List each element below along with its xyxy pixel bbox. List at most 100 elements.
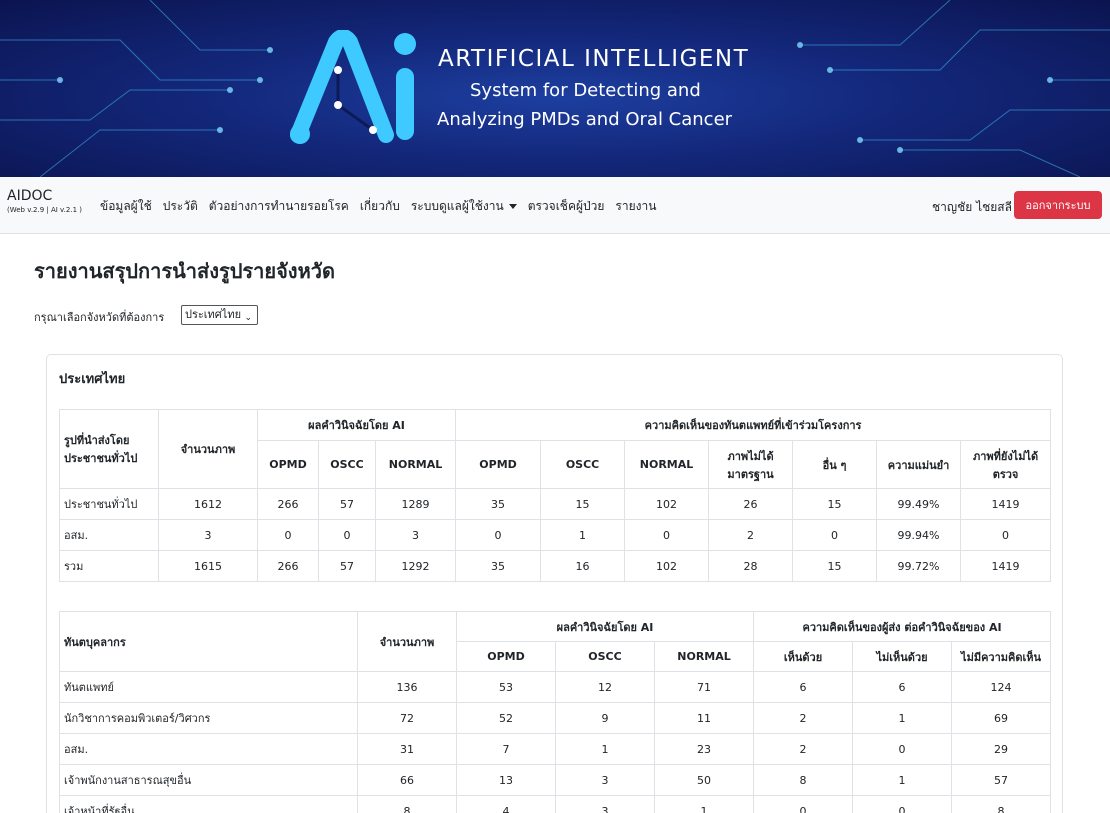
table-cell: 69 <box>951 702 1052 734</box>
row-label: ทันตแพทย์ <box>59 671 358 703</box>
province-select-label: กรุณาเลือกจังหวัดที่ต้องการ <box>34 311 165 324</box>
table-cell: 266 <box>257 488 319 520</box>
table-cell: 0 <box>624 519 710 551</box>
table-subheader: NORMAL <box>624 440 710 489</box>
table-cell: 1612 <box>158 488 258 520</box>
table-subheader: NORMAL <box>374 440 457 489</box>
table-row: ทันตแพทย์ 136 53 12 71 6 6 124 <box>59 671 1052 703</box>
province-select[interactable]: ประเทศไทย ⌄ <box>181 305 258 325</box>
table-cell: 136 <box>357 671 457 703</box>
row-label: รวม <box>59 550 159 582</box>
table-header-group: ทันตบุคลากร <box>59 611 358 672</box>
table-cell: 0 <box>455 519 542 551</box>
nav-user-admin-dropdown[interactable]: ระบบดูแลผู้ใช้งาน <box>411 197 517 216</box>
table-header-count: จำนวนภาพ <box>158 409 258 489</box>
nav-patient-check[interactable]: ตรวจเช็คผู้ป่วย <box>528 197 605 216</box>
table-subheader: OPMD <box>455 440 542 489</box>
ai-logo <box>290 30 416 144</box>
table-row: อสม. 3 0 0 3 0 1 0 2 0 99.94% 0 <box>59 519 1052 551</box>
nav-menu: ข้อมูลผู้ใช้ ประวัติ ตัวอย่างการทำนายรอย… <box>100 197 667 216</box>
table-cell: 124 <box>951 671 1052 703</box>
table-row: อสม. 31 7 1 23 2 0 29 <box>59 733 1052 765</box>
table-cell: 28 <box>708 550 794 582</box>
table-cell: 3 <box>555 795 655 813</box>
table-subheader: NORMAL <box>653 641 755 672</box>
table-cell: 2 <box>708 519 794 551</box>
table-cell: 35 <box>455 550 542 582</box>
table-header-ai: ผลคำวินิจฉัยโดย AI <box>455 611 755 642</box>
user-name: ชาญชัย ไชยสลี <box>932 200 1012 214</box>
table-cell: 0 <box>852 733 953 765</box>
table-cell: 13 <box>456 764 556 796</box>
table-subheader: ภาพที่ยังไม่ได้ตรวจ <box>960 440 1052 489</box>
table-subheader: ภาพไม่ได้มาตรฐาน <box>708 440 794 489</box>
table-subheader: ไม่มีความคิดเห็น <box>951 641 1052 672</box>
table-cell: 35 <box>455 488 542 520</box>
banner-subtitle-2: Analyzing PMDs and Oral Cancer <box>437 109 733 130</box>
brand-version: (Web v.2.9 | AI v.2.1 ) <box>7 206 82 214</box>
table-cell: 1289 <box>374 488 457 520</box>
nav-user-info[interactable]: ข้อมูลผู้ใช้ <box>100 197 152 216</box>
table-header-ai: ผลคำวินิจฉัยโดย AI <box>256 409 457 441</box>
logout-button[interactable]: ออกจากระบบ <box>1014 191 1102 219</box>
table-cell: 1 <box>540 519 626 551</box>
table-cell: 2 <box>753 702 854 734</box>
table-row: ประชาชนทั่วไป 1612 266 57 1289 35 15 102 26 15 99.… <box>59 488 1052 520</box>
table-cell: 7 <box>456 733 556 765</box>
table-header-count: จำนวนภาพ <box>357 611 457 672</box>
table-cell: 0 <box>753 795 854 813</box>
table-cell: 9 <box>555 702 655 734</box>
table-header-opinion: ความคิดเห็นของผู้ส่ง ต่อคำวินิจฉัยของ AI <box>753 611 1052 642</box>
table-cell: 15 <box>792 488 878 520</box>
table-cell: 99.49% <box>876 488 962 520</box>
brand[interactable]: AIDOC (Web v.2.9 | AI v.2.1 ) <box>7 188 82 214</box>
table-cell: 0 <box>792 519 878 551</box>
table-cell: 6 <box>753 671 854 703</box>
table-cell: 266 <box>257 550 319 582</box>
nav-history[interactable]: ประวัติ <box>163 197 198 216</box>
table-subheader: OPMD <box>257 440 319 489</box>
caret-down-icon[interactable] <box>508 204 517 209</box>
public-submissions-table: รูปที่นำส่งโดยประชาชนทั่วไป จำนวนภาพ ผลค… <box>59 409 1052 582</box>
table-subheader: OSCC <box>318 440 376 489</box>
table-cell: 3 <box>555 764 655 796</box>
nav-prediction-examples[interactable]: ตัวอย่างการทำนายรอยโรค <box>209 197 349 216</box>
table-cell: 1419 <box>960 488 1052 520</box>
table-cell: 102 <box>624 550 710 582</box>
table-cell: 31 <box>357 733 457 765</box>
table-cell: 23 <box>653 733 755 765</box>
table-cell: 57 <box>318 550 376 582</box>
nav-about[interactable]: เกี่ยวกับ <box>360 197 400 216</box>
table-cell: 99.72% <box>876 550 962 582</box>
nav-user-admin-label[interactable]: ระบบดูแลผู้ใช้งาน <box>411 199 504 213</box>
table-cell: 2 <box>753 733 854 765</box>
row-label: เจ้าหน้าที่รัฐอื่น <box>59 795 358 813</box>
table-cell: 6 <box>852 671 953 703</box>
table-row: เจ้าพนักงานสาธารณสุขอื่น 66 13 3 50 8 1 57 <box>59 764 1052 796</box>
banner-subtitle-1: System for Detecting and <box>470 80 701 101</box>
table-cell: 15 <box>792 550 878 582</box>
table-subheader: เห็นด้วย <box>753 641 854 672</box>
row-label: ประชาชนทั่วไป <box>59 488 159 520</box>
table-cell: 50 <box>653 764 755 796</box>
table-header-dentist: ความคิดเห็นของทันตแพทย์ที่เข้าร่วมโครงกา… <box>455 409 1052 441</box>
table-cell: 8 <box>357 795 457 813</box>
table-cell: 1 <box>555 733 655 765</box>
table-cell: 3 <box>374 519 457 551</box>
table-cell: 1 <box>852 702 953 734</box>
navbar: AIDOC (Web v.2.9 | AI v.2.1 ) ข้อมูลผู้ใ… <box>0 177 1110 234</box>
table-row: เจ้าหน้าที่รัฐอื่น 8 4 3 1 0 0 8 <box>59 795 1052 813</box>
row-label: อสม. <box>59 733 358 765</box>
table-subheader: OPMD <box>456 641 556 672</box>
table-cell: 0 <box>318 519 376 551</box>
table-cell: 53 <box>456 671 556 703</box>
brand-name[interactable]: AIDOC <box>7 188 82 204</box>
table-cell: 8 <box>753 764 854 796</box>
row-label: อสม. <box>59 519 159 551</box>
table-subheader: OSCC <box>540 440 626 489</box>
nav-report[interactable]: รายงาน <box>615 197 656 216</box>
province-select-value[interactable]: ประเทศไทย <box>185 308 241 321</box>
card-title: ประเทศไทย <box>59 372 126 387</box>
chevron-down-icon[interactable]: ⌄ <box>244 309 252 327</box>
table-cell: 11 <box>653 702 755 734</box>
